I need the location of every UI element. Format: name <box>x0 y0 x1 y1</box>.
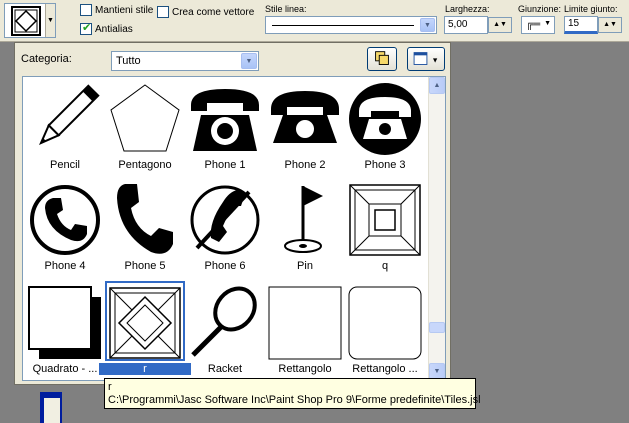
shape-item-racket[interactable]: Racket <box>185 285 265 380</box>
shape-item-label: Racket <box>207 363 243 375</box>
giunzione-select[interactable]: ╔═ ▼ <box>521 16 555 34</box>
checkbox-box[interactable] <box>80 4 92 16</box>
limite-giunto-label: Limite giunto: <box>564 4 618 14</box>
shape-item-label: Phone 2 <box>284 159 326 171</box>
diamond-tile-icon <box>109 287 181 359</box>
svg-text:▼: ▼ <box>432 56 439 65</box>
diamond-tile-icon <box>11 6 41 36</box>
shape-item-label: Pencil <box>50 159 80 171</box>
shape-item-label: Phone 6 <box>204 260 246 272</box>
line-style-preview <box>272 25 414 26</box>
shape-item-phone6[interactable]: Phone 6 <box>185 182 265 278</box>
shape-item-label: Phone 5 <box>124 260 166 272</box>
shape-item-label: r <box>99 363 191 375</box>
shape-item-label: Pin <box>297 260 313 272</box>
grid-view-icon: ▼ <box>413 52 439 65</box>
preset-shape-button[interactable]: ▼ <box>4 3 56 38</box>
giunzione-label: Giunzione: <box>518 4 562 14</box>
shape-gallery: Pencil Pentagono Phone 1 Phone 2 Phone 3… <box>22 76 446 381</box>
copy-presets-button[interactable] <box>367 47 397 71</box>
limite-giunto-input[interactable]: 15 <box>564 16 598 34</box>
shape-item-quadrato[interactable]: Quadrato - ... <box>25 285 105 380</box>
larghezza-input[interactable]: 5,00 <box>444 16 488 34</box>
crea-come-vettore-checkbox[interactable]: Crea come vettore <box>157 6 254 18</box>
chevron-down-icon[interactable]: ▼ <box>420 18 435 32</box>
larghezza-spinner[interactable]: ▲▼ <box>488 17 512 33</box>
handset-slash-icon <box>190 185 260 255</box>
desk-phone-icon <box>271 91 339 143</box>
join-icon: ╔═ <box>526 19 541 30</box>
shape-item-label: Quadrato - ... <box>32 363 98 375</box>
larghezza-label: Larghezza: <box>445 4 490 14</box>
checkbox-box[interactable] <box>157 6 169 18</box>
shape-item-label: Pentagono <box>118 159 172 171</box>
handset-circle-icon <box>30 185 100 255</box>
vertical-scrollbar[interactable]: ▲ ▼ <box>428 77 445 380</box>
shape-item-phone5[interactable]: Phone 5 <box>105 182 185 278</box>
shape-item-label: Rettangolo ... <box>352 363 418 375</box>
square-tile-icon <box>349 184 421 256</box>
chevron-down-icon[interactable]: ▼ <box>45 4 55 37</box>
category-value: Tutto <box>116 55 141 67</box>
shape-item-phone4[interactable]: Phone 4 <box>25 182 105 278</box>
pencil-icon <box>39 84 100 145</box>
checkbox-box[interactable] <box>80 21 92 35</box>
shape-item-label: Rettangolo <box>278 363 332 375</box>
line-style-select[interactable]: ▼ <box>265 16 437 34</box>
shape-item-label: Phone 3 <box>364 159 406 171</box>
shape-item-r[interactable]: r <box>99 281 191 380</box>
limite-giunto-spinner[interactable]: ▲▼ <box>598 17 622 33</box>
scroll-thumb[interactable] <box>429 322 445 333</box>
copy-icon <box>375 51 389 65</box>
shape-item-pentagono[interactable]: Pentagono <box>105 81 185 177</box>
circle-phone-icon <box>349 83 421 155</box>
shape-item-phone1[interactable]: Phone 1 <box>185 81 265 177</box>
preset-shapes-panel: Categoria: Tutto ▼ ▼ Pencil Pentagono Ph… <box>14 42 451 385</box>
rotary-phone-icon <box>191 89 259 151</box>
antialias-checkbox[interactable]: Antialias <box>80 21 133 35</box>
ruler <box>44 398 60 423</box>
racket-icon <box>191 286 257 357</box>
chevron-down-icon[interactable]: ▼ <box>544 20 551 27</box>
shape-item-label: q <box>381 260 389 272</box>
shape-item-pencil[interactable]: Pencil <box>25 81 105 177</box>
rectangle-icon <box>268 286 342 360</box>
shape-item-label: Phone 1 <box>204 159 246 171</box>
golf-pin-icon <box>284 186 323 253</box>
shape-item-label: Phone 4 <box>44 260 86 272</box>
shape-item-rettangolo[interactable]: Rettangolo <box>265 285 345 380</box>
stile-linea-label: Stile linea: <box>265 4 307 14</box>
square-shadow-icon <box>28 286 101 359</box>
tool-options-bar: ▼ Mantieni stile Crea come vettore Antia… <box>0 0 629 42</box>
shape-item-phone3[interactable]: Phone 3 <box>345 81 425 177</box>
shape-item-pin[interactable]: Pin <box>265 182 345 278</box>
shape-item-q[interactable]: q <box>345 182 425 278</box>
category-select[interactable]: Tutto ▼ <box>111 51 259 71</box>
scroll-up-button[interactable]: ▲ <box>429 77 445 94</box>
tooltip-path: C:\Programmi\Jasc Software Inc\Paint Sho… <box>108 394 481 406</box>
chevron-down-icon[interactable]: ▼ <box>241 53 257 69</box>
tooltip-title: r <box>108 381 112 393</box>
shape-item-phone2[interactable]: Phone 2 <box>265 81 345 177</box>
rounded-rectangle-icon <box>348 286 422 360</box>
shape-item-rettangolo-arrotondato[interactable]: Rettangolo ... <box>345 285 425 380</box>
view-options-button[interactable]: ▼ <box>407 47 445 71</box>
mantieni-stile-checkbox[interactable]: Mantieni stile <box>80 4 153 16</box>
pentagon-icon <box>110 84 180 152</box>
tooltip: r C:\Programmi\Jasc Software Inc\Paint S… <box>104 378 481 409</box>
category-label: Categoria: <box>21 53 72 65</box>
handset-icon <box>117 184 173 254</box>
